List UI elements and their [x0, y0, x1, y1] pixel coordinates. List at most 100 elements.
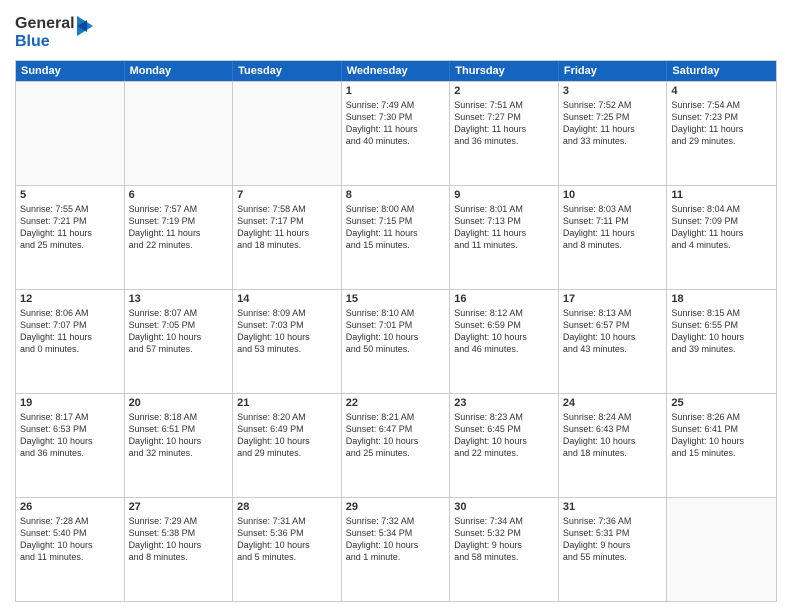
- day-info: Sunrise: 7:32 AM Sunset: 5:34 PM Dayligh…: [346, 515, 446, 564]
- day-number: 28: [237, 501, 337, 513]
- calendar-row: 12 Sunrise: 8:06 AM Sunset: 7:07 PM Dayli…: [16, 289, 776, 393]
- day-info: Sunrise: 8:09 AM Sunset: 7:03 PM Dayligh…: [237, 307, 337, 356]
- day-info: Sunrise: 8:12 AM Sunset: 6:59 PM Dayligh…: [454, 307, 554, 356]
- day-number: 24: [563, 397, 663, 409]
- calendar-cell: 15Sunrise: 8:10 AM Sunset: 7:01 PM Dayli…: [342, 290, 451, 393]
- day-info: Sunrise: 8:26 AM Sunset: 6:41 PM Dayligh…: [671, 411, 772, 460]
- calendar-cell: 21 Sunrise: 8:20 AM Sunset: 6:49 PM Dayli…: [233, 394, 342, 497]
- day-info: Sunrise: 7:57 AM Sunset: 7:19 PM Dayligh…: [129, 203, 229, 252]
- day-number: 4: [671, 85, 772, 97]
- day-number: 16: [454, 293, 554, 305]
- day-info: Sunrise: 8:23 AM Sunset: 6:45 PM Dayligh…: [454, 411, 554, 460]
- day-info: Sunrise: 8:21 AM Sunset: 6:47 PM Dayligh…: [346, 411, 446, 460]
- day-info: Sunrise: 8:01 AM Sunset: 7:13 PM Dayligh…: [454, 203, 554, 252]
- logo: GeneralBlue: [15, 10, 95, 52]
- calendar-cell: 29 Sunrise: 7:32 AM Sunset: 5:34 PM Dayli…: [342, 498, 451, 601]
- calendar-cell: 30 Sunrise: 7:34 AM Sunset: 5:32 PM Dayli…: [450, 498, 559, 601]
- day-number: 5: [20, 189, 120, 201]
- day-info: Sunrise: 7:51 AM Sunset: 7:27 PM Dayligh…: [454, 99, 554, 148]
- weekday-header: Thursday: [450, 61, 559, 81]
- weekday-header: Friday: [559, 61, 668, 81]
- calendar-cell: 12 Sunrise: 8:06 AM Sunset: 7:07 PM Dayli…: [16, 290, 125, 393]
- day-info: Sunrise: 8:20 AM Sunset: 6:49 PM Dayligh…: [237, 411, 337, 460]
- day-number: 12: [20, 293, 120, 305]
- day-number: 11: [671, 189, 772, 201]
- day-number: 17: [563, 293, 663, 305]
- day-number: 10: [563, 189, 663, 201]
- day-info: Sunrise: 7:36 AM Sunset: 5:31 PM Dayligh…: [563, 515, 663, 564]
- calendar-cell: 26 Sunrise: 7:28 AM Sunset: 5:40 PM Dayli…: [16, 498, 125, 601]
- calendar-row: 5 Sunrise: 7:55 AM Sunset: 7:21 PM Daylig…: [16, 185, 776, 289]
- day-number: 3: [563, 85, 663, 97]
- day-number: 15: [346, 293, 446, 305]
- calendar-cell: [667, 498, 776, 601]
- day-number: 23: [454, 397, 554, 409]
- day-info: Sunrise: 8:03 AM Sunset: 7:11 PM Dayligh…: [563, 203, 663, 252]
- day-number: 19: [20, 397, 120, 409]
- svg-text:General: General: [15, 15, 75, 32]
- day-info: Sunrise: 8:06 AM Sunset: 7:07 PM Dayligh…: [20, 307, 120, 356]
- day-number: 21: [237, 397, 337, 409]
- day-info: Sunrise: 7:58 AM Sunset: 7:17 PM Dayligh…: [237, 203, 337, 252]
- calendar: SundayMondayTuesdayWednesdayThursdayFrid…: [15, 60, 777, 602]
- day-number: 8: [346, 189, 446, 201]
- day-number: 9: [454, 189, 554, 201]
- day-info: Sunrise: 8:17 AM Sunset: 6:53 PM Dayligh…: [20, 411, 120, 460]
- day-number: 29: [346, 501, 446, 513]
- day-number: 13: [129, 293, 229, 305]
- day-number: 25: [671, 397, 772, 409]
- day-info: Sunrise: 7:55 AM Sunset: 7:21 PM Dayligh…: [20, 203, 120, 252]
- calendar-cell: 5 Sunrise: 7:55 AM Sunset: 7:21 PM Daylig…: [16, 186, 125, 289]
- day-info: Sunrise: 8:18 AM Sunset: 6:51 PM Dayligh…: [129, 411, 229, 460]
- day-info: Sunrise: 7:28 AM Sunset: 5:40 PM Dayligh…: [20, 515, 120, 564]
- calendar-cell: 25 Sunrise: 8:26 AM Sunset: 6:41 PM Dayli…: [667, 394, 776, 497]
- calendar-cell: 13 Sunrise: 8:07 AM Sunset: 7:05 PM Dayli…: [125, 290, 234, 393]
- day-number: 27: [129, 501, 229, 513]
- calendar-cell: 10 Sunrise: 8:03 AM Sunset: 7:11 PM Dayli…: [559, 186, 668, 289]
- calendar-cell: 6 Sunrise: 7:57 AM Sunset: 7:19 PM Daylig…: [125, 186, 234, 289]
- day-info: Sunrise: 8:07 AM Sunset: 7:05 PM Dayligh…: [129, 307, 229, 356]
- calendar-cell: 2 Sunrise: 7:51 AM Sunset: 7:27 PM Daylig…: [450, 82, 559, 185]
- day-info: Sunrise: 8:04 AM Sunset: 7:09 PM Dayligh…: [671, 203, 772, 252]
- day-number: 14: [237, 293, 337, 305]
- day-info: Sunrise: 8:00 AM Sunset: 7:15 PM Dayligh…: [346, 203, 446, 252]
- day-number: 30: [454, 501, 554, 513]
- calendar-cell: [125, 82, 234, 185]
- weekday-header: Saturday: [667, 61, 776, 81]
- svg-text:Blue: Blue: [15, 33, 50, 50]
- day-info: Sunrise: 7:31 AM Sunset: 5:36 PM Dayligh…: [237, 515, 337, 564]
- calendar-row: 26 Sunrise: 7:28 AM Sunset: 5:40 PM Dayli…: [16, 497, 776, 601]
- calendar-cell: 14 Sunrise: 8:09 AM Sunset: 7:03 PM Dayli…: [233, 290, 342, 393]
- calendar-cell: 27 Sunrise: 7:29 AM Sunset: 5:38 PM Dayli…: [125, 498, 234, 601]
- calendar-cell: 8 Sunrise: 8:00 AM Sunset: 7:15 PM Daylig…: [342, 186, 451, 289]
- weekday-header: Sunday: [16, 61, 125, 81]
- day-info: Sunrise: 8:13 AM Sunset: 6:57 PM Dayligh…: [563, 307, 663, 356]
- weekday-header: Tuesday: [233, 61, 342, 81]
- calendar-cell: 7 Sunrise: 7:58 AM Sunset: 7:17 PM Daylig…: [233, 186, 342, 289]
- calendar-cell: 9 Sunrise: 8:01 AM Sunset: 7:13 PM Daylig…: [450, 186, 559, 289]
- day-number: 18: [671, 293, 772, 305]
- calendar-row: 19 Sunrise: 8:17 AM Sunset: 6:53 PM Dayli…: [16, 393, 776, 497]
- day-info: Sunrise: 7:49 AM Sunset: 7:30 PM Dayligh…: [346, 99, 446, 148]
- calendar-cell: 23 Sunrise: 8:23 AM Sunset: 6:45 PM Dayli…: [450, 394, 559, 497]
- day-number: 22: [346, 397, 446, 409]
- calendar-body: 1 Sunrise: 7:49 AM Sunset: 7:30 PM Daylig…: [16, 81, 776, 601]
- day-info: Sunrise: 7:34 AM Sunset: 5:32 PM Dayligh…: [454, 515, 554, 564]
- day-number: 26: [20, 501, 120, 513]
- calendar-cell: 28 Sunrise: 7:31 AM Sunset: 5:36 PM Dayli…: [233, 498, 342, 601]
- day-info: Sunrise: 7:54 AM Sunset: 7:23 PM Dayligh…: [671, 99, 772, 148]
- calendar-row: 1 Sunrise: 7:49 AM Sunset: 7:30 PM Daylig…: [16, 81, 776, 185]
- day-number: 20: [129, 397, 229, 409]
- day-info: Sunrise: 8:15 AM Sunset: 6:55 PM Dayligh…: [671, 307, 772, 356]
- day-info: Sunrise: 7:29 AM Sunset: 5:38 PM Dayligh…: [129, 515, 229, 564]
- logo-svg: GeneralBlue: [15, 10, 95, 52]
- day-number: 7: [237, 189, 337, 201]
- calendar-cell: 11 Sunrise: 8:04 AM Sunset: 7:09 PM Dayli…: [667, 186, 776, 289]
- calendar-cell: [16, 82, 125, 185]
- day-number: 6: [129, 189, 229, 201]
- weekday-header: Monday: [125, 61, 234, 81]
- calendar-cell: 1 Sunrise: 7:49 AM Sunset: 7:30 PM Daylig…: [342, 82, 451, 185]
- calendar-cell: 4 Sunrise: 7:54 AM Sunset: 7:23 PM Daylig…: [667, 82, 776, 185]
- day-number: 1: [346, 85, 446, 97]
- day-number: 2: [454, 85, 554, 97]
